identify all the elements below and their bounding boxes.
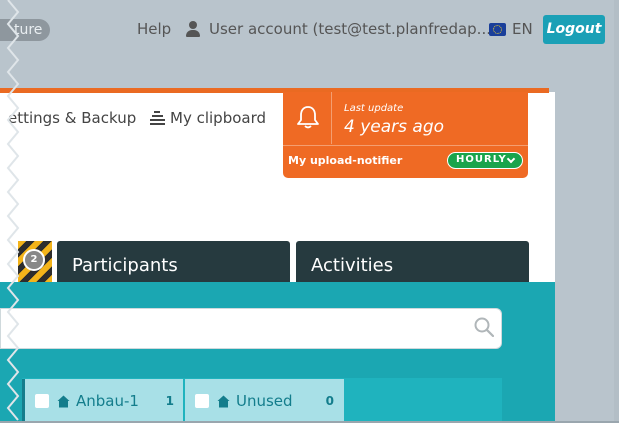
filter-chip-label: Unused (236, 392, 293, 410)
nav-settings-backup[interactable]: ettings & Backup (8, 109, 136, 127)
torn-edge (6, 0, 20, 421)
filter-chip-count: 0 (325, 394, 334, 408)
last-update-label: Last update (344, 103, 404, 114)
house-icon (217, 395, 230, 407)
house-icon (57, 395, 70, 407)
user-icon (186, 21, 200, 37)
filter-chip-label: Anbau-1 (76, 392, 139, 410)
logout-button[interactable]: Logout (543, 15, 605, 44)
clipboard-icon (150, 110, 165, 126)
upload-notifier-label: My upload-notifier (288, 154, 403, 167)
help-link[interactable]: Help (137, 20, 171, 38)
frequency-value: HOURLY (456, 154, 507, 165)
filter-chip-count: 1 (165, 394, 174, 408)
upload-notifier-panel: Last update 4 years ago My upload-notifi… (283, 92, 528, 178)
nav-my-clipboard-label: My clipboard (170, 109, 267, 127)
checkbox[interactable] (195, 394, 209, 408)
chevron-down-icon (506, 154, 516, 164)
notifier-divider (283, 145, 528, 146)
tab-activities[interactable]: Activities (296, 241, 529, 282)
language-selector[interactable]: EN (489, 20, 533, 38)
bell-box (283, 92, 332, 144)
top-bar: ture Help User account (test@test.planfr… (0, 0, 619, 62)
search-input[interactable] (0, 308, 502, 349)
scrollbar[interactable] (614, 0, 619, 423)
nav-my-clipboard[interactable]: My clipboard (150, 109, 266, 127)
checkbox[interactable] (35, 394, 49, 408)
tab-badge-count: 2 (23, 249, 45, 271)
frequency-dropdown[interactable]: HOURLY (447, 152, 523, 169)
user-account-label: User account (test@test.planfredap... (209, 20, 491, 38)
flag-eu-icon (489, 22, 506, 36)
user-account-link[interactable]: User account (test@test.planfredap... (186, 20, 491, 38)
filter-chip-unused[interactable]: Unused 0 (185, 379, 344, 423)
tab-participants[interactable]: Participants (57, 241, 290, 282)
search-icon[interactable] (474, 317, 494, 337)
last-update-value: 4 years ago (344, 117, 445, 137)
filter-chip-anbau-1[interactable]: Anbau-1 1 (22, 379, 183, 423)
bell-icon (297, 106, 319, 129)
language-label: EN (512, 20, 533, 38)
